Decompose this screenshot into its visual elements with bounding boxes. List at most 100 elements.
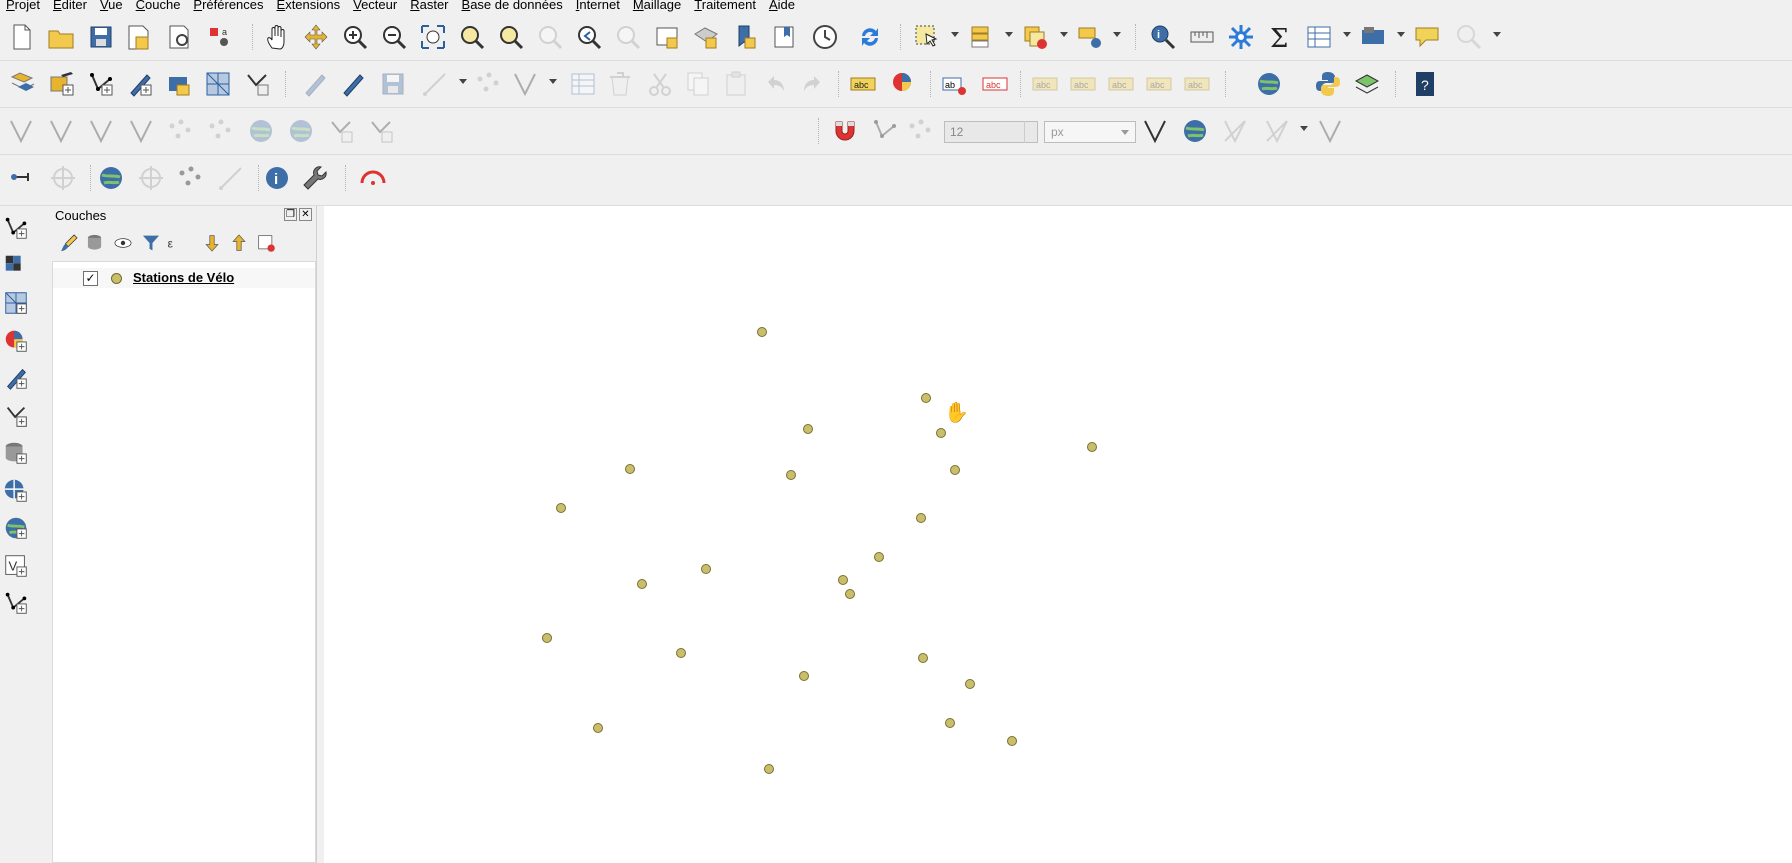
chevron-down-icon[interactable] [1493,32,1501,37]
snapping-layer-button[interactable] [870,116,900,146]
chevron-down-icon[interactable] [1300,126,1308,131]
bike-station-point[interactable] [1087,442,1098,453]
rotate-label-button[interactable]: abc [1106,69,1136,99]
current-edits-button[interactable] [8,69,38,99]
modify-attributes-button[interactable] [568,69,598,99]
tracing-button[interactable] [1140,116,1170,146]
new-map-view-button[interactable] [652,22,682,52]
collapse-all-button[interactable] [228,232,250,254]
bike-station-point[interactable] [845,588,856,599]
menu-preferences[interactable]: Préférences [187,0,270,12]
highlight-labels-button[interactable]: abc [980,69,1010,99]
zoom-to-layer-button[interactable] [496,22,526,52]
chevron-down-icon[interactable] [459,79,467,84]
zoom-last-button[interactable] [574,22,604,52]
add-group-button[interactable] [85,232,107,254]
bike-station-point[interactable] [964,678,975,689]
zoom-next-button[interactable] [613,22,643,52]
bike-station-point[interactable] [700,563,711,574]
add-wms-layer-button[interactable] [2,477,30,507]
diagram-button[interactable] [889,69,919,99]
select-by-value-button[interactable] [966,22,996,52]
attribute-table-button[interactable] [1304,22,1334,52]
new-3d-view-button[interactable] [691,22,721,52]
shape-digitize-2[interactable] [46,116,76,146]
copy-features-button[interactable] [683,69,713,99]
bike-station-point[interactable] [756,327,767,338]
georef-add-point-button[interactable] [136,163,166,193]
bike-station-point[interactable] [798,670,809,681]
bike-station-point[interactable] [918,652,929,663]
pan-map-button[interactable] [262,22,292,52]
bike-station-point[interactable] [837,575,848,586]
snapping-mode-button[interactable] [906,116,936,146]
bike-station-point[interactable] [950,465,961,476]
save-edits-button[interactable] [378,69,408,99]
select-by-location-button[interactable] [1075,22,1105,52]
bike-station-point[interactable] [874,552,885,563]
add-mesh-layer-button[interactable] [2,289,30,319]
label-toolbar-button[interactable]: abc [848,69,878,99]
open-project-button[interactable] [46,22,76,52]
undo-button[interactable] [760,69,790,99]
shape-digitize-4[interactable] [126,116,156,146]
shape-digitize-10[interactable] [366,116,396,146]
pan-to-selection-button[interactable] [301,22,331,52]
help-button[interactable]: ? [1410,69,1440,99]
add-virtual-vector-button[interactable]: V [2,552,30,582]
shape-digitize-8[interactable] [286,116,316,146]
add-gps-layer-button[interactable] [2,364,30,394]
bike-station-point[interactable] [1006,736,1017,747]
snapping-options-button[interactable] [1315,116,1345,146]
new-spatialite-button[interactable] [125,69,155,99]
menu-editer[interactable]: Editer [47,0,94,12]
menu-raster[interactable]: Raster [404,0,455,12]
bike-station-point[interactable] [935,427,946,438]
chevron-down-icon[interactable] [549,79,557,84]
redo-button[interactable] [798,69,828,99]
style-brush-button[interactable] [58,232,80,254]
change-label-button[interactable]: abc [1144,69,1174,99]
bike-station-point[interactable] [556,503,567,514]
statistics-button[interactable]: Σ [1265,22,1295,52]
pin-labels-button[interactable]: ab [940,69,970,99]
remove-layer-button[interactable] [255,232,277,254]
add-postgis-layer-button[interactable] [2,439,30,469]
locator-button[interactable] [1454,22,1484,52]
deselect-all-button[interactable] [1020,22,1050,52]
add-point-button[interactable] [474,69,504,99]
add-delimited-text-button[interactable] [2,327,30,357]
menu-base[interactable]: Base de données [456,0,570,12]
layer-item[interactable]: ✓ Stations de Vélo [53,268,315,288]
toggle-edit-button[interactable] [338,69,368,99]
save-as-button[interactable] [124,22,154,52]
paste-features-button[interactable] [721,69,751,99]
shape-digitize-7[interactable] [246,116,276,146]
shape-digitize-3[interactable] [86,116,116,146]
style-manager-button[interactable]: a [204,22,234,52]
snapping-tolerance-spinner[interactable] [1024,121,1041,143]
topological-edit-button[interactable] [1180,116,1210,146]
bike-station-point[interactable] [624,463,635,474]
python-console-button[interactable] [1313,69,1343,99]
zoom-to-selection-button[interactable] [457,22,487,52]
vertex-tool-button[interactable] [510,69,540,99]
bike-station-point[interactable] [945,718,956,729]
avoid-overlap-button[interactable] [1220,116,1250,146]
measure-button[interactable] [1187,22,1217,52]
bike-station-point[interactable] [764,764,775,775]
bike-station-point[interactable] [541,632,552,643]
menu-extensions[interactable]: Extensions [271,0,348,12]
add-line-button[interactable] [420,69,450,99]
chevron-down-icon[interactable] [951,32,959,37]
delete-selected-button[interactable] [605,69,635,99]
select-feature-button[interactable] [912,22,942,52]
gps-gauge-button[interactable] [358,163,388,193]
temporal-controller-button[interactable] [810,22,840,52]
shape-digitize-6[interactable] [206,116,236,146]
toggle-editing-button[interactable] [47,69,77,99]
show-bookmarks-button[interactable] [769,22,799,52]
add-wfs-layer-button[interactable] [2,514,30,544]
bike-station-point[interactable] [637,578,648,589]
zoom-native-button[interactable] [535,22,565,52]
